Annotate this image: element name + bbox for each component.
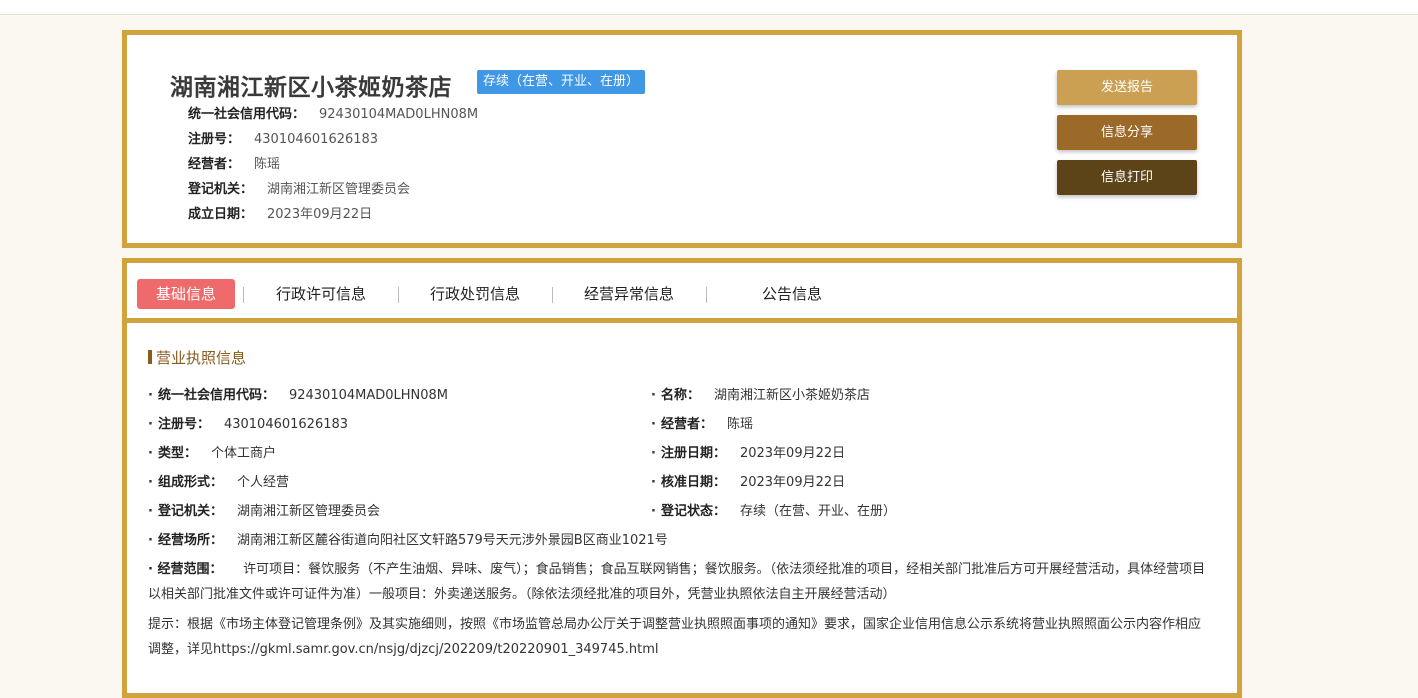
field-row: · 经营场所： 湖南湘江新区麓谷街道向阳社区文轩路579号天元涉外景园B区商业102…: [148, 532, 668, 550]
header-value: 陈瑶: [254, 157, 281, 172]
top-bar: [0, 0, 1418, 15]
field-row: · 登记机关： 湖南湘江新区管理委员会: [148, 503, 380, 521]
header-authority-row: 登记机关： 湖南湘江新区管理委员会: [188, 181, 410, 199]
print-info-button[interactable]: 信息打印: [1057, 160, 1197, 195]
header-value: 2023年09月22日: [267, 207, 373, 222]
field-label: 注册号：: [157, 417, 210, 432]
field-row: · 登记状态： 存续（在营、开业、在册）: [651, 503, 896, 521]
field-row: · 注册号： 430104601626183: [148, 416, 348, 434]
field-value: 湖南湘江新区小茶姬奶茶店: [713, 388, 870, 403]
field-value: 个人经营: [236, 475, 289, 490]
field-label: 经营者：: [660, 417, 713, 432]
field-label: 注册日期：: [660, 446, 726, 461]
bullet: ·: [148, 388, 153, 403]
tab-basic-info[interactable]: 基础信息: [137, 279, 235, 309]
field-label: 经营场所：: [157, 533, 223, 548]
bullet: ·: [651, 475, 656, 490]
header-value: 430104601626183: [254, 132, 379, 147]
header-label: 注册号：: [188, 132, 241, 147]
bullet: ·: [148, 417, 153, 432]
field-value: 430104601626183: [223, 417, 349, 432]
bullet: ·: [651, 504, 656, 519]
field-label: 登记机关：: [157, 504, 223, 519]
field-value: 湖南湘江新区管理委员会: [236, 504, 380, 519]
tab-announcement[interactable]: 公告信息: [762, 279, 822, 309]
tab-admin-penalty[interactable]: 行政处罚信息: [430, 279, 520, 309]
field-value: 92430104MAD0LHN08M: [288, 388, 449, 403]
status-badge: 存续（在营、开业、在册）: [477, 70, 646, 94]
scope-value: 许可项目：餐饮服务（不产生油烟、异味、废气）；食品销售；食品互联网销售；餐饮服务…: [148, 562, 1206, 602]
field-row: · 组成形式： 个人经营: [148, 474, 289, 492]
field-value: 2023年09月22日: [739, 475, 846, 490]
field-value: 湖南湘江新区麓谷街道向阳社区文轩路579号天元涉外景园B区商业1021号: [236, 533, 668, 548]
header-value: 92430104MAD0LHN08M: [319, 107, 479, 122]
field-row: · 核准日期： 2023年09月22日: [651, 474, 845, 492]
section-marker: [148, 350, 152, 364]
bullet: ·: [148, 504, 153, 519]
header-reg-no-row: 注册号： 430104601626183: [188, 131, 378, 149]
tab-divider: [706, 287, 707, 303]
header-label: 统一社会信用代码：: [188, 107, 306, 122]
field-value: 2023年09月22日: [739, 446, 846, 461]
field-label: 统一社会信用代码：: [157, 388, 275, 403]
header-label: 登记机关：: [188, 182, 254, 197]
business-scope: · 经营范围： 许可项目：餐饮服务（不产生油烟、异味、废气）；食品销售；食品互联…: [148, 557, 1208, 607]
field-row: · 经营者： 陈瑶: [651, 416, 753, 434]
tab-bar: 基础信息 行政许可信息 行政处罚信息 经营异常信息 公告信息: [127, 263, 1237, 323]
tab-admin-license[interactable]: 行政许可信息: [276, 279, 366, 309]
company-header-card: 湖南湘江新区小茶姬奶茶店 存续（在营、开业、在册） 统一社会信用代码： 92430…: [122, 30, 1242, 248]
header-operator-row: 经营者： 陈瑶: [188, 156, 280, 174]
tab-abnormal-operation[interactable]: 经营异常信息: [584, 279, 674, 309]
field-row: · 注册日期： 2023年09月22日: [651, 445, 845, 463]
field-value: 个体工商户: [210, 446, 276, 461]
field-label: 类型：: [157, 446, 197, 461]
tab-divider: [398, 287, 399, 303]
field-row: · 名称： 湖南湘江新区小茶姬奶茶店: [651, 387, 870, 405]
header-label: 经营者：: [188, 157, 241, 172]
field-value: 陈瑶: [726, 417, 753, 432]
field-label: 登记状态：: [660, 504, 726, 519]
tab-divider: [552, 287, 553, 303]
main-info-card: 基础信息 行政许可信息 行政处罚信息 经营异常信息 公告信息 营业执照信息 · 统…: [122, 258, 1242, 698]
field-row: · 统一社会信用代码： 92430104MAD0LHN08M: [148, 387, 448, 405]
bullet: ·: [148, 533, 153, 548]
bullet: ·: [651, 388, 656, 403]
tab-divider: [243, 287, 244, 303]
header-label: 成立日期：: [188, 207, 254, 222]
company-name: 湖南湘江新区小茶姬奶茶店: [170, 75, 452, 101]
section-title-text: 营业执照信息: [156, 349, 247, 367]
bullet: ·: [148, 446, 153, 461]
header-founded-row: 成立日期： 2023年09月22日: [188, 206, 372, 224]
bullet: ·: [651, 446, 656, 461]
section-title: 营业执照信息: [148, 347, 246, 368]
header-credit-code-row: 统一社会信用代码： 92430104MAD0LHN08M: [188, 106, 478, 124]
notice-text: 提示：根据《市场主体登记管理条例》及其实施细则，按照《市场监管总局办公厅关于调整…: [148, 617, 1202, 657]
header-value: 湖南湘江新区管理委员会: [267, 182, 411, 197]
field-label: 组成形式：: [157, 475, 223, 490]
bullet: ·: [148, 475, 153, 490]
send-report-button[interactable]: 发送报告: [1057, 70, 1197, 105]
field-label: 名称：: [660, 388, 700, 403]
field-row: · 类型： 个体工商户: [148, 445, 276, 463]
bullet: ·: [651, 417, 656, 432]
field-value: 存续（在营、开业、在册）: [739, 504, 896, 519]
scope-label: 经营范围：: [157, 562, 223, 577]
field-label: 核准日期：: [660, 475, 726, 490]
share-info-button[interactable]: 信息分享: [1057, 115, 1197, 150]
